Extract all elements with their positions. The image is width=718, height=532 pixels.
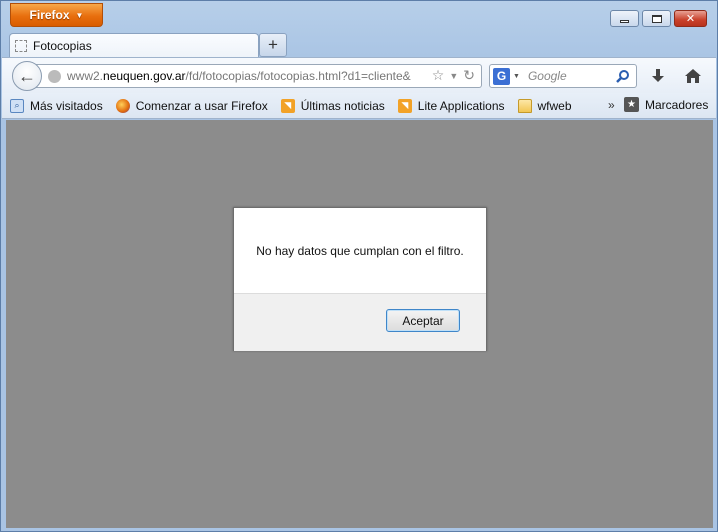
minimize-icon [620, 19, 629, 23]
url-dropdown-icon[interactable]: ▼ [449, 71, 458, 81]
search-icon[interactable] [614, 69, 632, 83]
back-arrow-icon: ← [18, 65, 36, 86]
site-identity-icon[interactable] [48, 69, 61, 83]
minimize-button[interactable] [610, 10, 639, 27]
tab-fotocopias[interactable]: Fotocopias [9, 33, 259, 58]
bookmarks-menu-button[interactable]: ★ Marcadores [624, 97, 708, 112]
url-actions: ☆ ▼ ↻ [432, 67, 475, 84]
window-controls: ✕ [610, 10, 707, 27]
bookmark-wfweb[interactable]: wfweb [517, 98, 572, 113]
bookmark-lite-applications[interactable]: ◥ Lite Applications [397, 98, 505, 113]
home-icon[interactable] [683, 66, 703, 86]
bookmarks-overflow-chevron-icon[interactable]: » [608, 98, 615, 112]
firefox-icon [115, 98, 130, 113]
bookmark-label: Últimas noticias [300, 98, 385, 113]
bookmark-most-visited[interactable]: ⌕ Más visitados [10, 98, 103, 113]
download-icon[interactable] [648, 66, 668, 86]
reload-icon[interactable]: ↻ [463, 67, 475, 84]
bookmark-label: Más visitados [30, 98, 103, 113]
rss-icon: ◥ [397, 98, 412, 113]
url-path: /fd/fotocopias/fotocopias.html?d1=client… [185, 69, 411, 83]
search-input[interactable]: Google [528, 69, 614, 83]
rss-icon: ◥ [280, 98, 295, 113]
folder-icon [517, 98, 532, 113]
chevron-down-icon: ▼ [75, 10, 84, 20]
google-icon[interactable]: G [493, 67, 510, 85]
url-prefix: www2. [67, 69, 104, 83]
new-tab-button[interactable]: + [259, 33, 287, 57]
bookmark-label: wfweb [537, 98, 572, 113]
most-visited-icon: ⌕ [10, 98, 24, 113]
bookmark-getting-started[interactable]: Comenzar a usar Firefox [115, 98, 268, 113]
restore-button[interactable] [642, 10, 671, 27]
bookmarks-menu-label: Marcadores [645, 97, 709, 112]
accept-button[interactable]: Aceptar [386, 309, 460, 332]
bookmark-latest-news[interactable]: ◥ Últimas noticias [280, 98, 385, 113]
dialog-message: No hay datos que cumplan con el filtro. [256, 244, 464, 258]
bookmarks-toolbar: ⌕ Más visitados Comenzar a usar Firefox … [2, 93, 716, 119]
bookmark-label: Lite Applications [417, 98, 505, 113]
search-bar[interactable]: G ▼ Google [489, 64, 637, 88]
back-button[interactable]: ← [12, 61, 42, 91]
restore-icon [651, 14, 662, 23]
bookmarks-star-icon: ★ [624, 97, 639, 112]
firefox-menu-button[interactable]: Firefox ▼ [10, 3, 103, 27]
navigation-toolbar: ← www2.neuquen.gov.ar/fd/fotocopias/foto… [2, 57, 716, 93]
search-engine-dropdown-icon[interactable]: ▼ [513, 73, 520, 80]
plus-icon: + [268, 35, 278, 54]
url-text[interactable]: www2.neuquen.gov.ar/fd/fotocopias/fotoco… [67, 69, 419, 83]
alert-dialog: No hay datos que cumplan con el filtro. … [233, 207, 487, 351]
dialog-footer: Aceptar [234, 293, 486, 351]
page-favicon-icon [15, 40, 27, 52]
firefox-menu-label: Firefox [29, 8, 70, 22]
bookmark-star-icon[interactable]: ☆ [432, 67, 445, 84]
close-button[interactable]: ✕ [674, 10, 707, 27]
bookmark-label: Comenzar a usar Firefox [135, 98, 268, 113]
tab-title: Fotocopias [33, 39, 92, 53]
address-bar[interactable]: www2.neuquen.gov.ar/fd/fotocopias/fotoco… [36, 64, 482, 88]
close-icon: ✕ [685, 13, 696, 25]
url-host: neuquen.gov.ar [103, 69, 186, 83]
browser-window: Firefox ▼ ✕ Fotocopias + ← www2.neuquen.… [0, 0, 718, 532]
